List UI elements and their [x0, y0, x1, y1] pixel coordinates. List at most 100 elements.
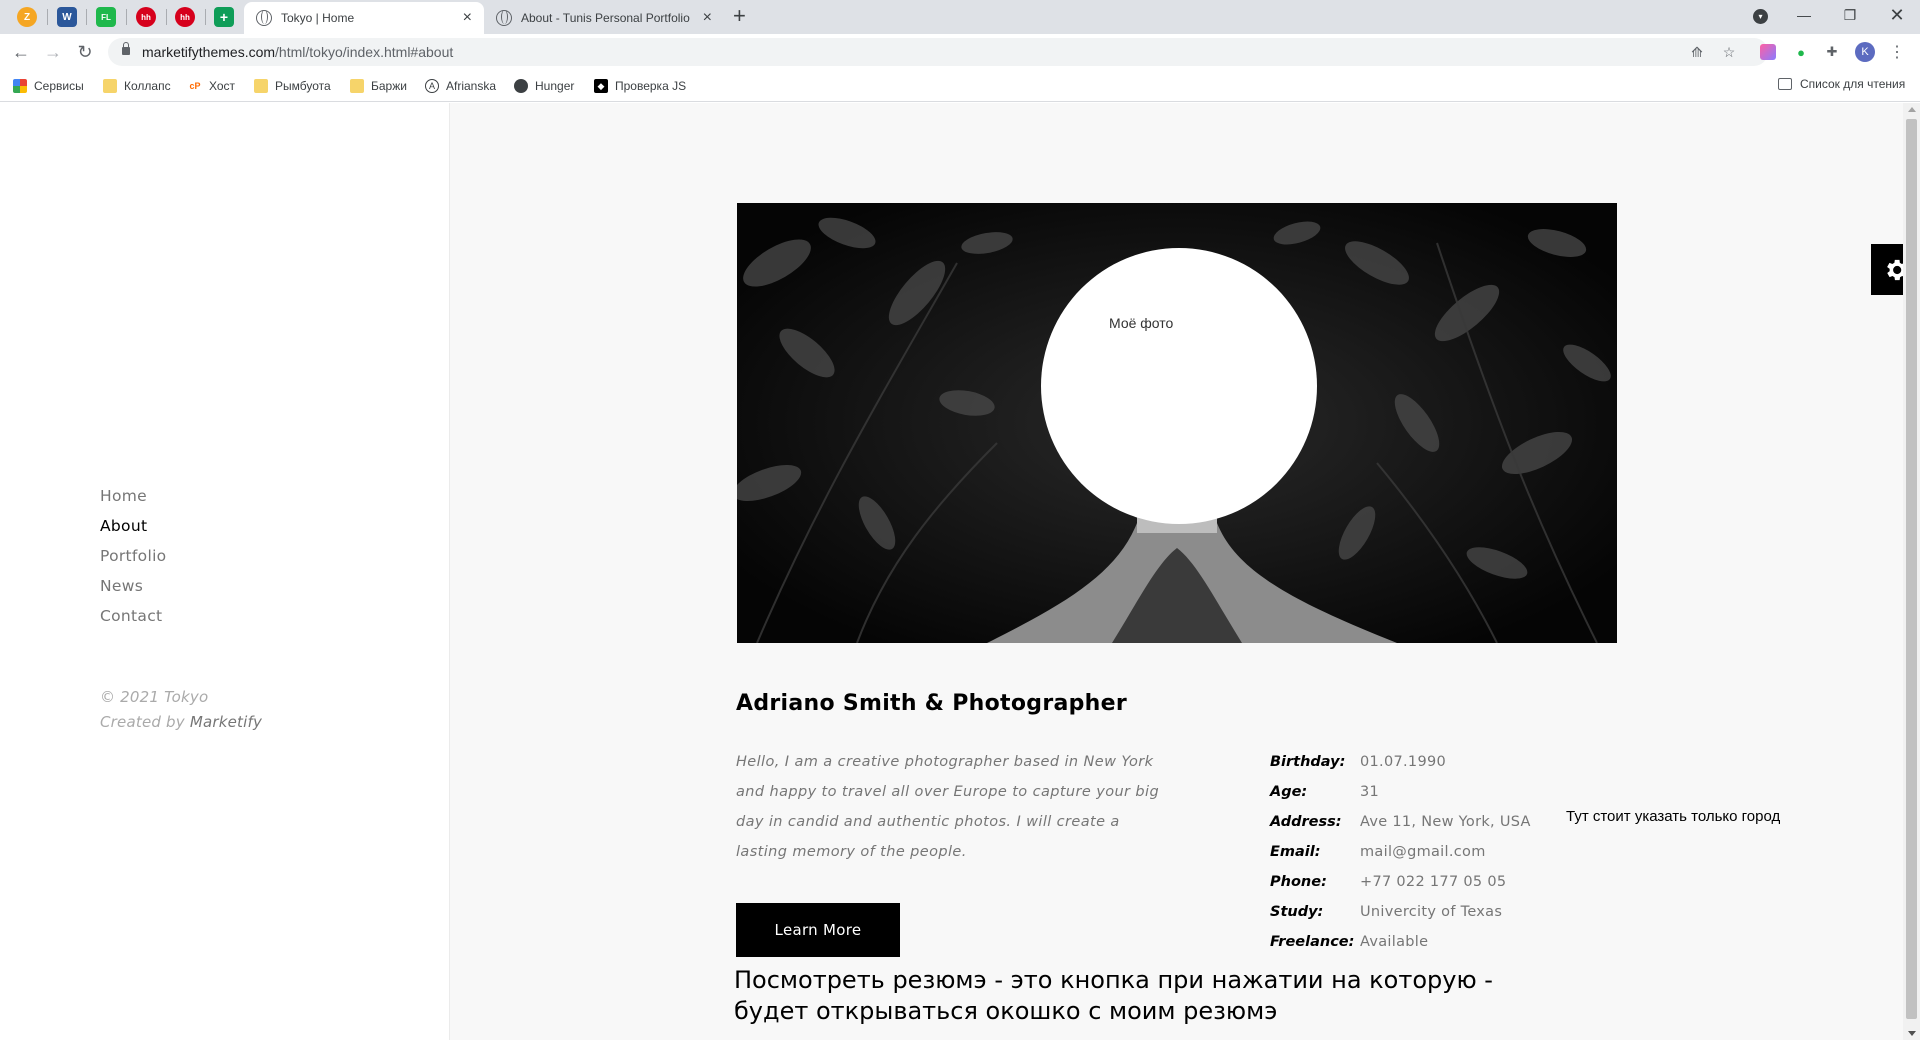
bookmark-label: Проверка JS [615, 79, 687, 93]
new-tab-button[interactable]: + [733, 5, 746, 27]
scroll-thumb[interactable] [1906, 119, 1917, 1019]
tab-search-icon[interactable]: ▾ [1753, 9, 1768, 24]
annotation-resume-note: Посмотреть резюмэ - это кнопка при нажат… [734, 966, 1493, 1025]
tab-tokyo-home[interactable]: Tokyo | Home × [244, 2, 484, 34]
tab-separator [86, 9, 87, 25]
bookmark-services[interactable]: Сервисы [13, 77, 84, 95]
bookmarks-bar: Сервисы Коллапс cP Хост Рымбуота Баржи A… [0, 70, 1920, 102]
info-row-birthday: Birthday: 01.07.1990 [1270, 747, 1531, 777]
annotation-city-note: Тут стоит указать только город [1566, 808, 1781, 825]
globe-icon [496, 10, 512, 26]
minimize-button[interactable]: — [1781, 0, 1827, 30]
page-viewport: Home About Portfolio News Contact © 2021… [0, 103, 1920, 1040]
cube-icon: ◆ [594, 79, 608, 93]
bookmark-barzhi[interactable]: Баржи [350, 77, 407, 95]
tab-separator [47, 9, 48, 25]
scroll-down-arrow[interactable] [1908, 1031, 1916, 1036]
bookmark-label: Hunger [535, 79, 575, 93]
tab-title: About - Tunis Personal Portfolio [521, 11, 690, 25]
tab-separator [166, 9, 167, 25]
forward-button[interactable]: → [43, 42, 63, 62]
close-tab-icon[interactable]: × [703, 10, 712, 26]
menu-item-portfolio[interactable]: Portfolio [100, 547, 166, 577]
copyright-year: © 2021 Tokyo [100, 688, 209, 706]
info-value: Univercity of Texas [1360, 904, 1503, 920]
pinned-tab-hh-2[interactable]: hh [175, 7, 195, 27]
learn-more-button[interactable]: Learn More [736, 903, 900, 957]
menu-kebab-icon[interactable]: ⋮ [1889, 42, 1905, 62]
info-row-address: Address: Ave 11, New York, USA [1270, 807, 1531, 837]
info-value: Ave 11, New York, USA [1360, 814, 1531, 830]
tab-strip: Z W FL hh hh + Tokyo | Home × About - Tu… [0, 0, 1920, 34]
folder-icon [254, 79, 268, 93]
info-value[interactable]: mail@gmail.com [1360, 844, 1486, 860]
menu-item-news[interactable]: News [100, 577, 166, 607]
info-key: Email: [1270, 844, 1321, 860]
globe-icon [256, 10, 272, 26]
lock-icon [122, 42, 130, 55]
reading-list-label: Список для чтения [1800, 77, 1906, 91]
brand-link[interactable]: Marketify [190, 713, 262, 731]
photo-label: Моё фото [1109, 315, 1174, 331]
reload-button[interactable]: ↻ [75, 42, 95, 62]
tab-title: Tokyo | Home [281, 11, 355, 25]
reading-list-icon [1778, 78, 1792, 90]
bookmark-label: Коллапс [124, 79, 171, 93]
bookmark-proverka-js[interactable]: ◆ Проверка JS [594, 77, 686, 95]
restore-button[interactable]: ❐ [1827, 0, 1873, 30]
pinned-tab-fl[interactable]: FL [96, 7, 116, 27]
bookmark-afrianska[interactable]: A Afrianska [425, 77, 496, 95]
apps-grid-icon [13, 79, 27, 93]
tab-separator [126, 9, 127, 25]
extension-icon[interactable] [1760, 44, 1776, 60]
pinned-tab-word[interactable]: W [57, 7, 77, 27]
pinned-tab-hh[interactable]: hh [136, 7, 156, 27]
info-value: 01.07.1990 [1360, 754, 1447, 770]
pinned-tab-sheets[interactable]: + [214, 7, 234, 27]
tab-about-tunis[interactable]: About - Tunis Personal Portfolio × [484, 2, 724, 34]
about-heading: Adriano Smith & Photographer [736, 691, 1127, 716]
bookmark-label: Баржи [371, 79, 407, 93]
info-key: Study: [1270, 904, 1324, 920]
bookmark-label: Хост [209, 79, 236, 93]
scroll-up-arrow[interactable] [1908, 107, 1916, 112]
extensions-puzzle-icon[interactable]: ✚ [1823, 43, 1841, 61]
profile-photo-placeholder [1041, 248, 1317, 524]
close-window-button[interactable]: ✕ [1874, 0, 1920, 30]
menu-item-contact[interactable]: Contact [100, 607, 166, 637]
created-by: Created by Marketify [100, 710, 262, 735]
left-sidebar: Home About Portfolio News Contact © 2021… [0, 103, 450, 1040]
menu-item-about[interactable]: About [100, 517, 166, 547]
about-bio: Hello, I am a creative photographer base… [736, 754, 1160, 860]
reading-list[interactable]: Список для чтения [1778, 77, 1905, 91]
bookmark-label: Рымбуота [275, 79, 331, 93]
vertical-scrollbar[interactable] [1903, 103, 1920, 1040]
bookmark-rymbuota[interactable]: Рымбуота [254, 77, 331, 95]
bookmark-host[interactable]: cP Хост [188, 77, 235, 95]
info-row-freelance: Freelance: Available [1270, 927, 1531, 957]
folder-icon [103, 79, 117, 93]
pinned-tab-z[interactable]: Z [17, 7, 37, 27]
browser-toolbar: ← → ↻ marketifythemes.com/html/tokyo/ind… [0, 34, 1920, 70]
tab-separator [205, 9, 206, 25]
extension-green-icon[interactable]: ● [1792, 43, 1810, 61]
circle-a-icon: A [425, 79, 439, 93]
bookmark-label: Сервисы [34, 79, 84, 93]
menu-item-home[interactable]: Home [100, 487, 166, 517]
info-value: +77 022 177 05 05 [1360, 874, 1507, 890]
close-tab-icon[interactable]: × [463, 10, 472, 26]
main-menu: Home About Portfolio News Contact [100, 487, 166, 637]
bookmark-hunger[interactable]: Hunger [514, 77, 574, 95]
back-button[interactable]: ← [11, 42, 31, 62]
url-text[interactable]: marketifythemes.com/html/tokyo/index.htm… [142, 44, 453, 60]
info-key: Birthday: [1270, 754, 1346, 770]
translate-icon[interactable]: ⟰ [1689, 44, 1705, 60]
profile-avatar[interactable]: K [1855, 42, 1875, 62]
host-icon: cP [189, 81, 201, 91]
bookmark-star-icon[interactable]: ☆ [1721, 44, 1737, 60]
address-bar[interactable]: marketifythemes.com/html/tokyo/index.htm… [108, 38, 1768, 66]
bookmark-collapse[interactable]: Коллапс [103, 77, 171, 95]
info-row-study: Study: Univercity of Texas [1270, 897, 1531, 927]
info-key: Phone: [1270, 874, 1327, 890]
info-row-email: Email: mail@gmail.com [1270, 837, 1531, 867]
